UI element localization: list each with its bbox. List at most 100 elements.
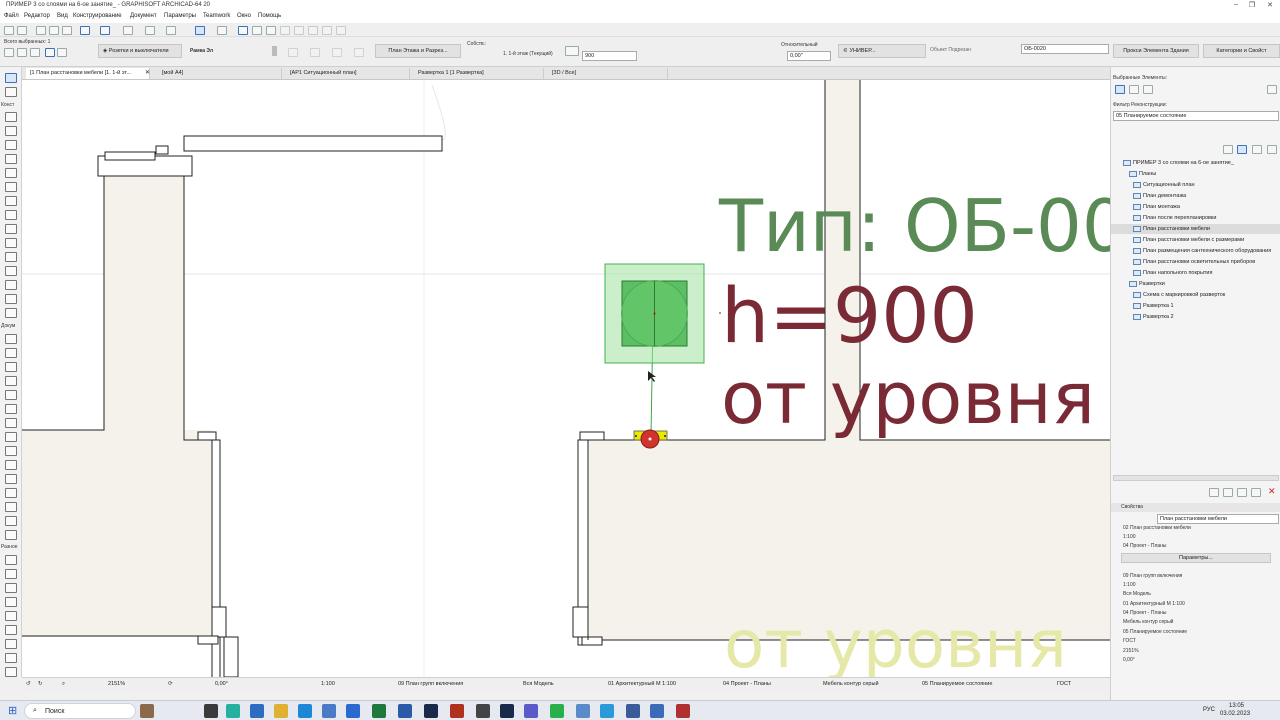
language-indicator[interactable]: РУС: [1203, 707, 1215, 713]
prop-row[interactable]: 0,00°: [1111, 657, 1280, 666]
properties-header[interactable]: Свойства: [1111, 503, 1280, 512]
parameters-button[interactable]: Параметры...: [1121, 553, 1271, 563]
tree-elevation-item[interactable]: Схема с маркировкой разверток: [1111, 290, 1280, 300]
curtain-wall-tool[interactable]: [5, 294, 17, 304]
prop-row[interactable]: 04 Проект - Планы: [1111, 610, 1280, 619]
rotate-view-icon[interactable]: ⟳: [168, 681, 173, 687]
menu-design[interactable]: Конструирование: [73, 13, 122, 19]
start-icon[interactable]: ⊞: [8, 704, 17, 717]
mvo-value[interactable]: 04 Проект - Планы: [723, 681, 771, 687]
taskbar-widget-icon[interactable]: [140, 704, 154, 718]
prop-row[interactable]: 09 План групп включения: [1111, 573, 1280, 582]
snap-icon[interactable]: [100, 26, 110, 35]
tree-project-root[interactable]: ПРИМЕР 3 со слоями на 6-ое занятие_: [1111, 158, 1280, 168]
proxy-button[interactable]: Прокси Элемента Здания: [1113, 44, 1199, 58]
mesh-tool[interactable]: [5, 266, 17, 276]
layer-combo-value[interactable]: 09 План групп включения: [398, 681, 463, 687]
object-icon[interactable]: [4, 48, 14, 57]
save-icon[interactable]: [49, 26, 59, 35]
tree-plan-item[interactable]: План размещения сантехнического оборудов…: [1111, 246, 1280, 256]
word-icon[interactable]: [398, 704, 412, 718]
restore-button[interactable]: ❐: [1244, 1, 1260, 11]
undo-icon[interactable]: [4, 26, 14, 35]
roof-tool[interactable]: [5, 210, 17, 220]
settings-icon[interactable]: [30, 48, 40, 57]
app-icon[interactable]: [626, 704, 640, 718]
marquee-tool[interactable]: [5, 87, 17, 97]
beam-tool[interactable]: [5, 140, 17, 150]
detail-icon[interactable]: [322, 26, 332, 35]
mirror-icon[interactable]: [310, 48, 320, 57]
orbit-icon[interactable]: [266, 26, 276, 35]
mail-icon[interactable]: [346, 704, 360, 718]
geometry-icon[interactable]: [45, 48, 55, 57]
sun-tool[interactable]: [5, 597, 17, 607]
layer-icon[interactable]: [123, 26, 133, 35]
open-icon[interactable]: [36, 26, 46, 35]
dimension-value[interactable]: ГОСТ: [1057, 681, 1071, 687]
clock-time[interactable]: 13:05: [1229, 703, 1244, 709]
marquee-icon[interactable]: [195, 26, 205, 35]
tab-close-icon[interactable]: ✕: [145, 69, 150, 76]
edge-icon[interactable]: [250, 704, 264, 718]
redo-icon[interactable]: [17, 26, 27, 35]
drawing-canvas[interactable]: Тип: ОБ-00 h=900 от уровня от уровня: [22, 80, 1110, 677]
prop-row[interactable]: 05 Планируемое состояние: [1111, 629, 1280, 638]
column-tool[interactable]: [5, 126, 17, 136]
height-field[interactable]: 900: [582, 51, 637, 61]
pet-palette-icon[interactable]: [217, 26, 227, 35]
prop-row[interactable]: Вся Модель: [1111, 591, 1280, 600]
new-folder-icon[interactable]: [1209, 488, 1219, 497]
zoom-value[interactable]: 2151%: [108, 681, 125, 687]
zoom-icon[interactable]: [252, 26, 262, 35]
prop-row[interactable]: 1:100: [1111, 582, 1280, 591]
anchor-icon[interactable]: [57, 48, 67, 57]
delete-view-icon[interactable]: [1267, 145, 1277, 154]
illustrator-icon[interactable]: [450, 704, 464, 718]
override-value[interactable]: Мебель контур серый: [823, 681, 879, 687]
delete-icon[interactable]: ✕: [1268, 486, 1276, 497]
elevation-icon[interactable]: [308, 26, 318, 35]
tree-elevation-item[interactable]: Развертка 1: [1111, 301, 1280, 311]
wall-tool[interactable]: [5, 112, 17, 122]
label-level[interactable]: от уровня: [721, 362, 1095, 434]
detail-tool[interactable]: [5, 516, 17, 526]
home-icon[interactable]: [1223, 145, 1233, 154]
trace-icon[interactable]: [238, 26, 248, 35]
excel-icon[interactable]: [372, 704, 386, 718]
section-tool[interactable]: [5, 460, 17, 470]
telegram-icon[interactable]: [600, 704, 614, 718]
menu-options[interactable]: Параметры: [164, 13, 196, 19]
zoom-icon[interactable]: ⌕: [62, 681, 65, 688]
undo-zoom-icon[interactable]: ↺: [26, 681, 31, 687]
polyline-tool[interactable]: [5, 432, 17, 442]
tree-plan-item[interactable]: План расстановки осветительных приборов: [1111, 257, 1280, 267]
menu-file[interactable]: Файл: [4, 13, 19, 19]
pdf-icon[interactable]: [676, 704, 690, 718]
whatsapp-icon[interactable]: [550, 704, 564, 718]
angle-value[interactable]: 0,00°: [215, 681, 228, 687]
drawing-tool[interactable]: [5, 446, 17, 456]
chrome-icon[interactable]: [274, 704, 288, 718]
tab-elevation-1[interactable]: Развертка 1 [1 Развертка]: [414, 68, 544, 79]
object-tool[interactable]: [5, 182, 17, 192]
angle-dim-tool[interactable]: [5, 667, 17, 677]
menu-window[interactable]: Окно: [237, 13, 251, 19]
relative-field[interactable]: 0,00": [787, 51, 831, 61]
view-name-field[interactable]: План расстановки мебели: [1157, 514, 1279, 524]
radial-dim-tool[interactable]: [5, 583, 17, 593]
tree-elevations-group[interactable]: Развертки: [1111, 279, 1280, 289]
spline-tool[interactable]: [5, 639, 17, 649]
panel-menu-icon[interactable]: [1267, 85, 1277, 94]
menu-teamwork[interactable]: Teamwork: [203, 13, 230, 19]
tab-site-plan[interactable]: [АР1 Ситуационный план]: [286, 68, 410, 79]
tree-plans-group[interactable]: Планы: [1111, 169, 1280, 179]
fill-tool[interactable]: [5, 390, 17, 400]
render-icon[interactable]: [280, 26, 290, 35]
tree-plan-item[interactable]: Ситуационный план: [1111, 180, 1280, 190]
menu-help[interactable]: Помощь: [258, 13, 281, 19]
dimension-tool[interactable]: [5, 334, 17, 344]
tab-my-a4[interactable]: [мой А4]: [158, 68, 282, 79]
search-box[interactable]: ⌕ Поиск: [24, 703, 136, 719]
layout-book-icon[interactable]: [1143, 85, 1153, 94]
